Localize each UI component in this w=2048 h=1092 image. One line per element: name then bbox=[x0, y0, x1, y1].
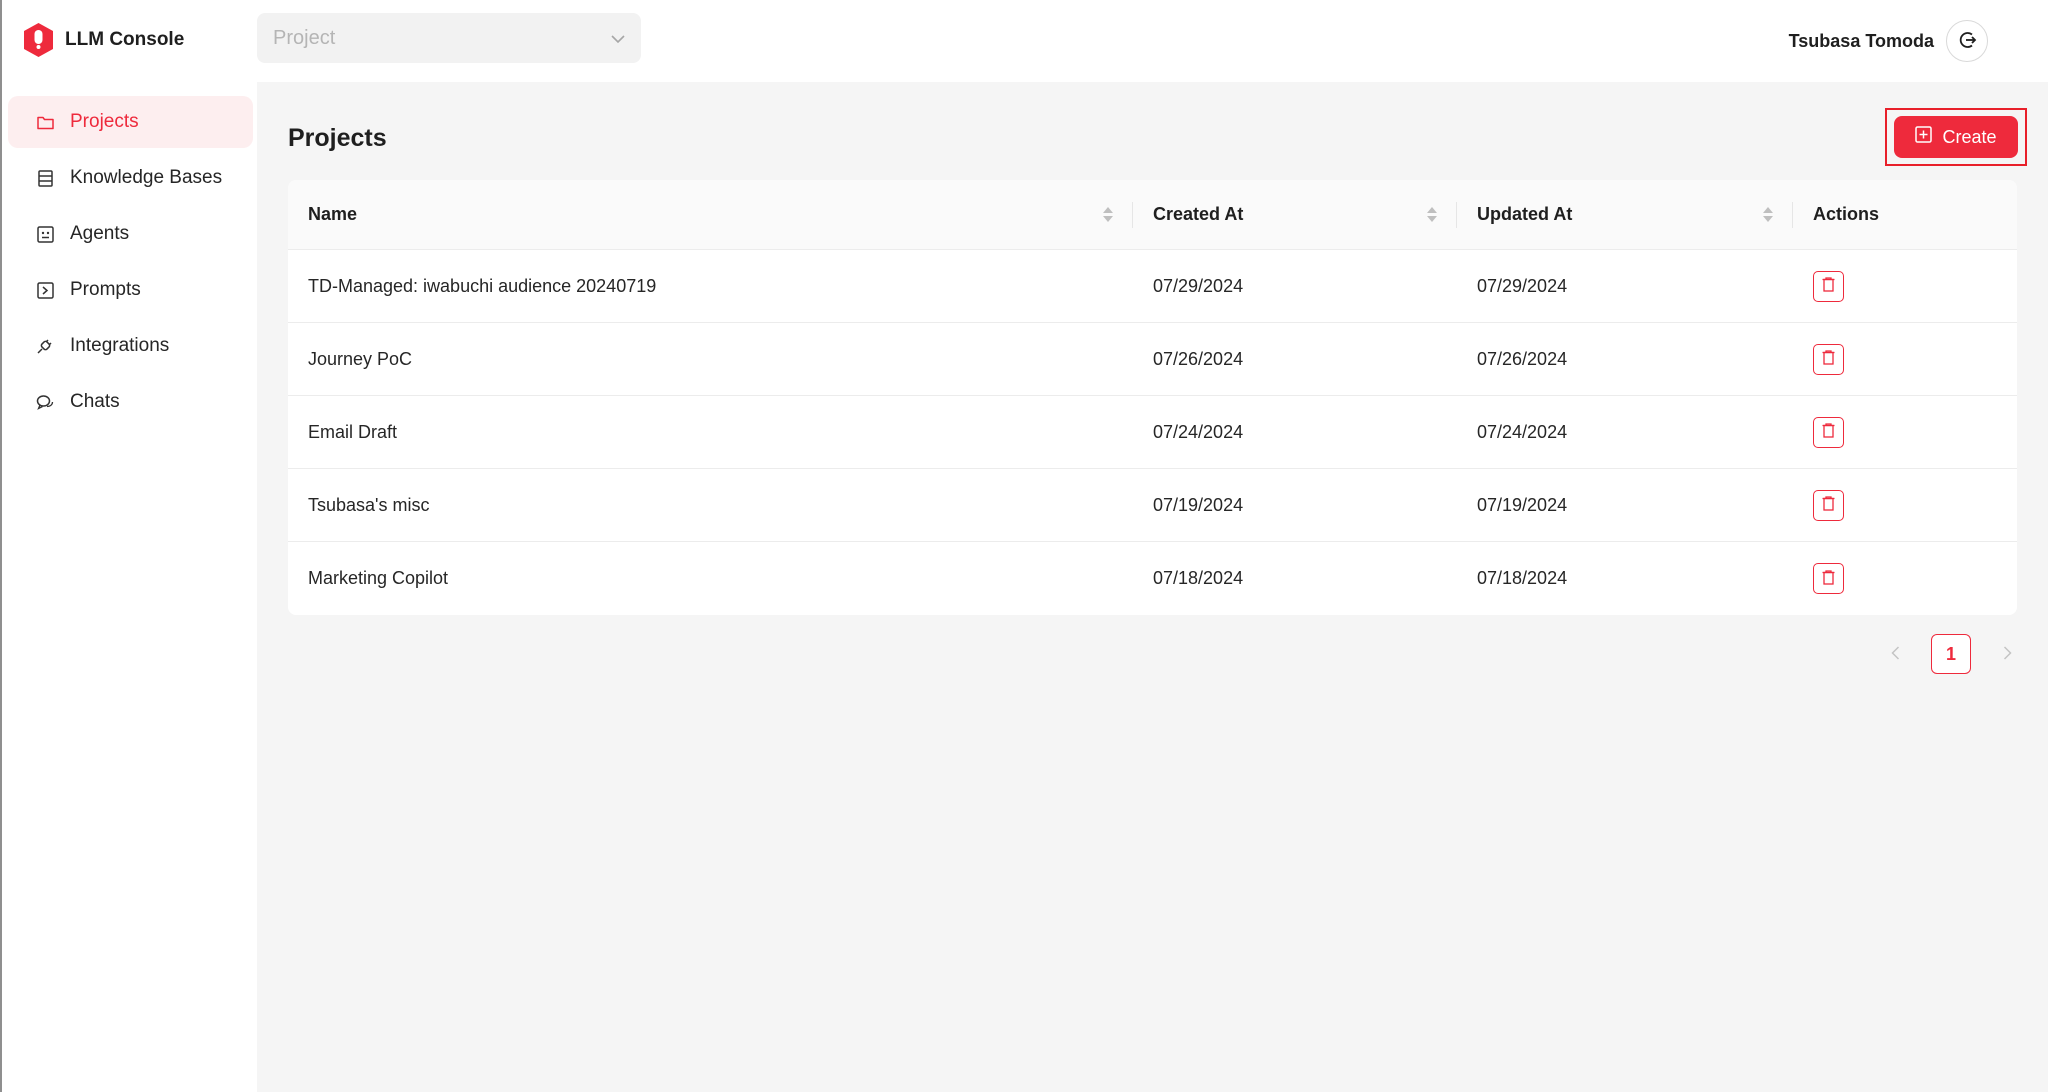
chat-icon bbox=[36, 393, 54, 411]
cell-name: Tsubasa's misc bbox=[308, 494, 430, 515]
sidebar-nav: Projects Knowledge Bases Agents Prompts … bbox=[8, 96, 253, 432]
plug-icon bbox=[36, 337, 54, 355]
chevron-left-icon bbox=[1890, 643, 1900, 666]
folder-icon bbox=[36, 113, 54, 131]
cell-actions bbox=[1793, 396, 2017, 468]
page-number-button[interactable]: 1 bbox=[1931, 634, 1971, 674]
cell-actions bbox=[1793, 250, 2017, 322]
agent-icon bbox=[36, 225, 54, 243]
sort-icon[interactable] bbox=[1103, 207, 1113, 222]
plus-square-icon bbox=[1915, 126, 1933, 148]
cell-name: Marketing Copilot bbox=[308, 568, 449, 588]
cell-actions bbox=[1793, 469, 2017, 541]
sidebar: LLM Console Projects Knowledge Bases Age… bbox=[2, 0, 257, 1092]
column-header-label: Updated At bbox=[1477, 204, 1573, 224]
table-row[interactable]: Journey PoC 07/26/2024 07/26/2024 bbox=[288, 323, 2017, 396]
create-button[interactable]: Create bbox=[1894, 116, 2018, 158]
main-content: Projects Create Name Created At Updated … bbox=[257, 82, 2048, 1092]
user-menu: Tsubasa Tomoda bbox=[1789, 20, 1988, 62]
cell-created-at: 07/24/2024 bbox=[1153, 421, 1244, 442]
trash-icon bbox=[1822, 350, 1835, 368]
sidebar-item-label: Projects bbox=[70, 111, 139, 132]
project-select-placeholder: Project bbox=[273, 26, 336, 49]
column-header-label: Created At bbox=[1153, 204, 1244, 224]
table-header: Name Created At Updated At Actions bbox=[288, 180, 2017, 250]
cell-updated-at: 07/24/2024 bbox=[1477, 421, 1568, 442]
cell-updated-at: 07/19/2024 bbox=[1477, 494, 1568, 515]
table-row[interactable]: Marketing Copilot 07/18/2024 07/18/2024 bbox=[288, 542, 2017, 615]
delete-button[interactable] bbox=[1813, 270, 1844, 302]
cell-name: TD-Managed: iwabuchi audience 20240719 bbox=[308, 275, 657, 296]
prev-page-button[interactable] bbox=[1879, 634, 1911, 674]
top-header: Project Tsubasa Tomoda bbox=[257, 0, 2048, 82]
column-header-name[interactable]: Name bbox=[288, 180, 1133, 249]
sidebar-item-label: Integrations bbox=[70, 335, 170, 356]
sidebar-item-label: Prompts bbox=[70, 279, 141, 300]
sidebar-item-prompts[interactable]: Prompts bbox=[8, 264, 253, 316]
cell-updated-at: 07/18/2024 bbox=[1477, 568, 1568, 588]
database-icon bbox=[36, 169, 54, 187]
logout-button[interactable] bbox=[1946, 20, 1988, 62]
cell-created-at: 07/19/2024 bbox=[1153, 494, 1244, 515]
projects-table: Name Created At Updated At Actions TD-Ma… bbox=[288, 180, 2017, 615]
column-header-label: Actions bbox=[1813, 204, 1880, 224]
sort-icon[interactable] bbox=[1427, 207, 1437, 222]
logo-icon bbox=[22, 22, 55, 58]
page-title: Projects bbox=[288, 124, 387, 152]
sidebar-item-chats[interactable]: Chats bbox=[8, 376, 253, 428]
create-button-highlight: Create bbox=[1885, 108, 2027, 166]
delete-button[interactable] bbox=[1813, 416, 1844, 448]
column-header-label: Name bbox=[308, 204, 358, 224]
chevron-right-icon bbox=[2003, 643, 2012, 666]
cell-updated-at: 07/29/2024 bbox=[1477, 275, 1568, 296]
delete-button[interactable] bbox=[1813, 343, 1844, 375]
app-logo[interactable]: LLM Console bbox=[22, 22, 184, 58]
sidebar-item-projects[interactable]: Projects bbox=[8, 96, 253, 148]
sidebar-item-label: Chats bbox=[70, 391, 120, 412]
user-name: Tsubasa Tomoda bbox=[1788, 30, 1934, 51]
project-select[interactable]: Project bbox=[257, 13, 641, 63]
cell-created-at: 07/18/2024 bbox=[1153, 568, 1244, 588]
sidebar-item-knowledge-bases[interactable]: Knowledge Bases bbox=[8, 152, 253, 204]
cell-created-at: 07/26/2024 bbox=[1153, 348, 1244, 369]
cell-updated-at: 07/26/2024 bbox=[1477, 348, 1568, 369]
delete-button[interactable] bbox=[1813, 489, 1844, 521]
table-row[interactable]: Email Draft 07/24/2024 07/24/2024 bbox=[288, 396, 2017, 469]
column-header-updated-at[interactable]: Updated At bbox=[1457, 180, 1793, 249]
cell-actions bbox=[1793, 542, 2017, 615]
chevron-down-icon bbox=[611, 27, 625, 50]
sidebar-item-agents[interactable]: Agents bbox=[8, 208, 253, 260]
sidebar-item-label: Agents bbox=[70, 223, 130, 244]
trash-icon bbox=[1822, 423, 1835, 441]
cell-name: Email Draft bbox=[308, 421, 398, 442]
pagination: 1 bbox=[1879, 634, 2023, 674]
next-page-button[interactable] bbox=[1991, 634, 2023, 674]
sidebar-item-integrations[interactable]: Integrations bbox=[8, 320, 253, 372]
table-row[interactable]: TD-Managed: iwabuchi audience 20240719 0… bbox=[288, 250, 2017, 323]
cell-name: Journey PoC bbox=[308, 348, 413, 369]
table-row[interactable]: Tsubasa's misc 07/19/2024 07/19/2024 bbox=[288, 469, 2017, 542]
create-button-label: Create bbox=[1942, 126, 1997, 147]
trash-icon bbox=[1822, 569, 1835, 588]
column-header-created-at[interactable]: Created At bbox=[1133, 180, 1457, 249]
column-header-actions: Actions bbox=[1793, 180, 2017, 249]
sort-icon[interactable] bbox=[1763, 207, 1773, 222]
trash-icon bbox=[1822, 277, 1835, 295]
cell-created-at: 07/29/2024 bbox=[1153, 275, 1244, 296]
delete-button[interactable] bbox=[1813, 563, 1844, 594]
logout-icon bbox=[1957, 30, 1977, 53]
cell-actions bbox=[1793, 323, 2017, 395]
trash-icon bbox=[1822, 496, 1835, 514]
prompt-icon bbox=[36, 281, 54, 299]
sidebar-item-label: Knowledge Bases bbox=[70, 167, 223, 188]
app-title: LLM Console bbox=[65, 29, 185, 50]
